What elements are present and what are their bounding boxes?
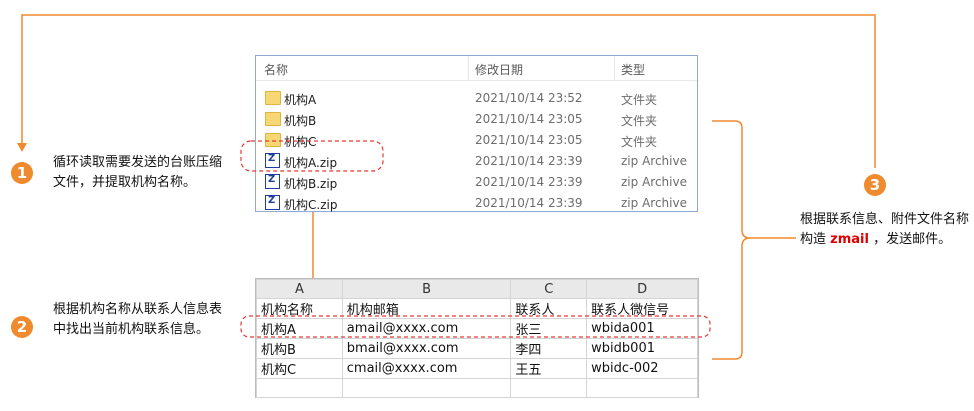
step-3-badge: 3 [864, 174, 886, 196]
highlight-overlay [240, 140, 711, 338]
step-3-text: 根据联系信息、附件文件名称构造 zmail ，发送邮件。 [800, 210, 972, 250]
matched-row-highlight [240, 315, 711, 338]
zip-row-highlight [240, 140, 384, 172]
step-1-badge: 1 [11, 162, 33, 184]
zmail-highlight: zmail [830, 232, 869, 247]
step-1-text: 循环读取需要发送的台账压缩文件，并提取机构名称。 [53, 155, 223, 190]
step-2-text: 根据机构名称从联系人信息表中找出当前机构联系信息。 [53, 302, 223, 337]
step-3-text-after: ，发送邮件。 [868, 232, 952, 247]
step-2-badge: 2 [11, 316, 33, 338]
